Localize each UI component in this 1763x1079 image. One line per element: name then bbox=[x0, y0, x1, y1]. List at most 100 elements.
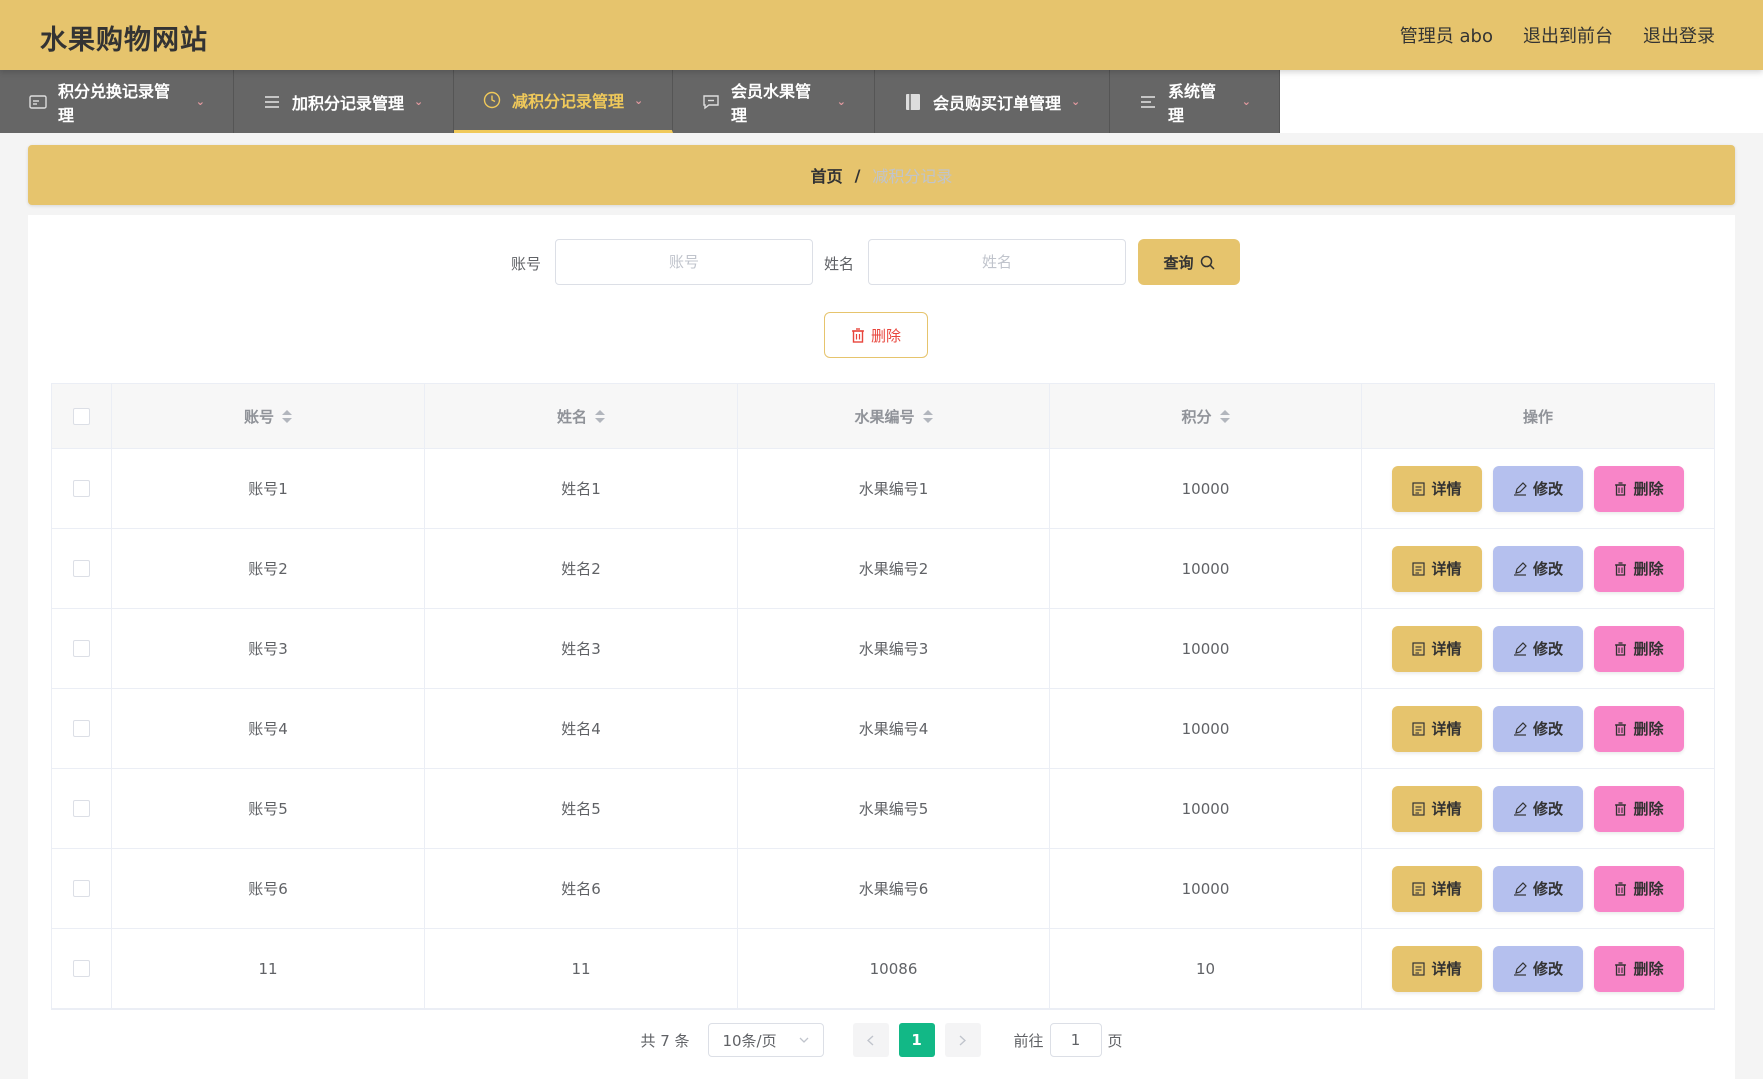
row-checkbox-cell bbox=[52, 689, 112, 768]
select-all-checkbox[interactable] bbox=[73, 407, 90, 425]
sort-icon[interactable] bbox=[922, 409, 933, 423]
batch-delete-button[interactable]: 删除 bbox=[824, 312, 928, 358]
nav-item-add-points[interactable]: 加积分记录管理 ⌄ bbox=[234, 70, 454, 133]
cell-actions: 详情 修改 删除 bbox=[1362, 449, 1714, 528]
edit-button[interactable]: 修改 bbox=[1493, 545, 1583, 592]
next-page-button[interactable] bbox=[944, 1023, 981, 1057]
delete-button-label: 删除 bbox=[1633, 720, 1664, 738]
goto-page-input[interactable] bbox=[1049, 1023, 1102, 1057]
detail-button-label: 详情 bbox=[1431, 800, 1462, 818]
detail-button[interactable]: 详情 bbox=[1392, 465, 1482, 512]
detail-button[interactable]: 详情 bbox=[1392, 865, 1482, 912]
prev-page-button[interactable] bbox=[852, 1023, 889, 1057]
sort-icon[interactable] bbox=[595, 409, 605, 423]
row-checkbox-cell bbox=[52, 849, 112, 928]
detail-button-label: 详情 bbox=[1431, 640, 1462, 658]
delete-button[interactable]: 删除 bbox=[1594, 705, 1684, 752]
delete-button[interactable]: 删除 bbox=[1594, 785, 1684, 832]
breadcrumb-home[interactable]: 首页 bbox=[811, 163, 843, 187]
sort-icon[interactable] bbox=[1219, 409, 1230, 423]
detail-button[interactable]: 详情 bbox=[1392, 625, 1482, 672]
pencil-icon bbox=[1513, 561, 1527, 576]
cell-account: 账号6 bbox=[112, 849, 425, 928]
name-input[interactable] bbox=[868, 239, 1126, 285]
edit-button[interactable]: 修改 bbox=[1493, 705, 1583, 752]
page-number-current[interactable]: 1 bbox=[898, 1023, 935, 1057]
delete-button[interactable]: 删除 bbox=[1594, 865, 1684, 912]
edit-button[interactable]: 修改 bbox=[1493, 945, 1583, 992]
edit-button[interactable]: 修改 bbox=[1493, 465, 1583, 512]
row-checkbox[interactable] bbox=[73, 640, 90, 657]
detail-button[interactable]: 详情 bbox=[1392, 545, 1482, 592]
cell-fruit-no: 10086 bbox=[738, 929, 1050, 1008]
nav-spacer bbox=[1280, 70, 1763, 133]
nav-item-member-fruit[interactable]: 会员水果管理 ⌄ bbox=[673, 70, 875, 133]
delete-button-label: 删除 bbox=[1633, 800, 1664, 818]
card-icon bbox=[28, 92, 48, 112]
cell-actions: 详情 修改 删除 bbox=[1362, 849, 1714, 928]
row-checkbox[interactable] bbox=[73, 880, 90, 897]
column-header-name[interactable]: 姓名 bbox=[425, 384, 738, 448]
chevron-right-icon bbox=[959, 1034, 967, 1046]
cell-points: 10000 bbox=[1050, 529, 1362, 608]
cell-account: 账号1 bbox=[112, 449, 425, 528]
menu-icon bbox=[1138, 92, 1158, 112]
detail-button[interactable]: 详情 bbox=[1392, 705, 1482, 752]
delete-button[interactable]: 删除 bbox=[1594, 465, 1684, 512]
edit-button[interactable]: 修改 bbox=[1493, 785, 1583, 832]
row-checkbox[interactable] bbox=[73, 720, 90, 737]
document-icon bbox=[1412, 961, 1426, 976]
logout-link[interactable]: 退出登录 bbox=[1643, 22, 1715, 48]
edit-button[interactable]: 修改 bbox=[1493, 625, 1583, 672]
column-header-fruit-no[interactable]: 水果编号 bbox=[738, 384, 1050, 448]
column-header-label: 账号 bbox=[243, 407, 274, 426]
cell-actions: 详情 修改 删除 bbox=[1362, 929, 1714, 1008]
nav-item-points-exchange[interactable]: 积分兑换记录管理 ⌄ bbox=[0, 70, 234, 133]
pagination: 共 7 条 10条/页 1 前往 页 bbox=[28, 1022, 1735, 1058]
row-checkbox[interactable] bbox=[73, 560, 90, 577]
breadcrumb: 首页 / 减积分记录 bbox=[28, 145, 1735, 205]
front-link[interactable]: 退出到前台 bbox=[1523, 22, 1613, 48]
edit-button-label: 修改 bbox=[1532, 960, 1563, 978]
chevron-down-icon: ⌄ bbox=[836, 95, 846, 108]
row-checkbox[interactable] bbox=[73, 800, 90, 817]
document-icon bbox=[1412, 481, 1426, 496]
cell-fruit-no: 水果编号6 bbox=[738, 849, 1050, 928]
chevron-down-icon: ⌄ bbox=[195, 95, 205, 108]
column-header-actions: 操作 bbox=[1362, 384, 1714, 448]
row-checkbox[interactable] bbox=[73, 960, 90, 977]
row-checkbox[interactable] bbox=[73, 480, 90, 497]
row-checkbox-cell bbox=[52, 449, 112, 528]
document-icon bbox=[1412, 561, 1426, 576]
header-links: 管理员 abo 退出到前台 退出登录 bbox=[1400, 22, 1715, 48]
column-header-points[interactable]: 积分 bbox=[1050, 384, 1362, 448]
nav-item-reduce-points[interactable]: 减积分记录管理 ⌄ bbox=[454, 70, 673, 133]
document-icon bbox=[1412, 801, 1426, 816]
detail-button[interactable]: 详情 bbox=[1392, 785, 1482, 832]
nav-item-label: 加积分记录管理 bbox=[292, 93, 405, 113]
cell-points: 10 bbox=[1050, 929, 1362, 1008]
table-body: 账号1 姓名1 水果编号1 10000 详情 修改 删除 账号2 姓名2 水果编号2 10000 详情… bbox=[52, 449, 1714, 1009]
edit-button-label: 修改 bbox=[1532, 560, 1563, 578]
column-header-account[interactable]: 账号 bbox=[112, 384, 425, 448]
content-panel: 账号 姓名 查询 删除 账号 姓名 水果 bbox=[28, 215, 1735, 1079]
trash-icon bbox=[1614, 561, 1627, 576]
sort-icon[interactable] bbox=[282, 409, 292, 423]
detail-button[interactable]: 详情 bbox=[1392, 945, 1482, 992]
nav-item-member-orders[interactable]: 会员购买订单管理 ⌄ bbox=[875, 70, 1110, 133]
account-input[interactable] bbox=[555, 239, 813, 285]
site-title: 水果购物网站 bbox=[40, 25, 208, 56]
delete-button[interactable]: 删除 bbox=[1594, 945, 1684, 992]
query-button[interactable]: 查询 bbox=[1138, 239, 1240, 285]
clock-icon bbox=[482, 90, 502, 110]
delete-button[interactable]: 删除 bbox=[1594, 545, 1684, 592]
edit-button[interactable]: 修改 bbox=[1493, 865, 1583, 912]
delete-button[interactable]: 删除 bbox=[1594, 625, 1684, 672]
row-checkbox-cell bbox=[52, 769, 112, 848]
page-size-select[interactable]: 10条/页 bbox=[707, 1023, 824, 1057]
chat-icon bbox=[701, 92, 721, 112]
cell-name: 11 bbox=[425, 929, 738, 1008]
nav-item-system[interactable]: 系统管理 ⌄ bbox=[1110, 70, 1280, 133]
delete-button-label: 删除 bbox=[1633, 640, 1664, 658]
cell-points: 10000 bbox=[1050, 849, 1362, 928]
